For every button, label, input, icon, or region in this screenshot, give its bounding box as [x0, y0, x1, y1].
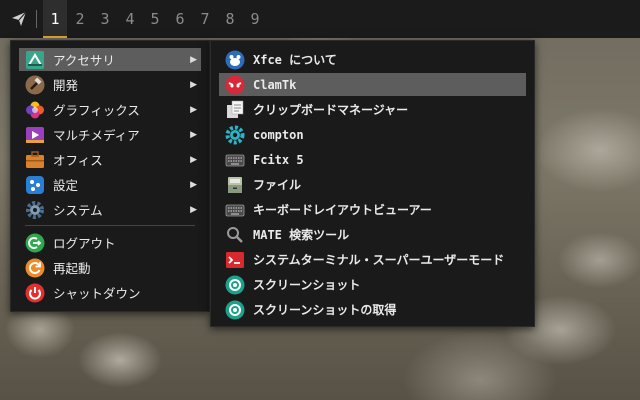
menu-item-label: compton	[253, 127, 304, 142]
menu-item-label: 設定	[53, 178, 79, 193]
menu-item-label: Xfce について	[253, 53, 337, 67]
logout-icon	[25, 233, 45, 253]
menu-item-restart[interactable]: 再起動	[19, 256, 201, 279]
submenu-arrow-icon: ▶	[190, 179, 197, 190]
xfce-mouse-icon	[225, 50, 245, 70]
menu-divider	[25, 225, 195, 226]
workspace-7[interactable]: 7	[193, 0, 217, 38]
workspace-3[interactable]: 3	[93, 0, 117, 38]
submenu-item-mate-search-tool[interactable]: MATE 検索ツール	[219, 223, 526, 246]
graphics-icon	[25, 100, 45, 120]
menu-item-office[interactable]: オフィス ▶	[19, 148, 201, 171]
menu-item-label: 開発	[53, 78, 79, 93]
keyboard-layout-icon	[225, 200, 245, 220]
menu-item-logout[interactable]: ログアウト	[19, 231, 201, 254]
submenu-item-about-xfce[interactable]: Xfce について	[219, 48, 526, 71]
office-briefcase-icon	[25, 150, 45, 170]
multimedia-icon	[25, 125, 45, 145]
compton-gear-icon	[225, 125, 245, 145]
menu-item-label: 再起動	[53, 261, 91, 276]
clamtk-icon	[225, 75, 245, 95]
submenu-item-take-screenshot[interactable]: スクリーンショットの取得	[219, 298, 526, 321]
menu-item-label: MATE 検索ツール	[253, 228, 350, 242]
app-launcher-button[interactable]	[4, 0, 34, 38]
menu-item-label: Fcitx 5	[253, 152, 304, 167]
submenu-arrow-icon: ▶	[190, 204, 197, 215]
menu-item-label: システムターミナル・スーパーユーザーモード	[253, 253, 505, 267]
submenu-item-fcitx5[interactable]: Fcitx 5	[219, 148, 526, 171]
workspace-2[interactable]: 2	[68, 0, 92, 38]
submenu-arrow-icon: ▶	[190, 129, 197, 140]
file-cabinet-icon	[225, 175, 245, 195]
workspace-8[interactable]: 8	[218, 0, 242, 38]
menu-item-development[interactable]: 開発 ▶	[19, 73, 201, 96]
menu-item-shutdown[interactable]: シャットダウン	[19, 281, 201, 304]
clipboard-icon	[225, 100, 245, 120]
top-panel: 1 2 3 4 5 6 7 8 9	[0, 0, 640, 38]
terminal-icon	[225, 250, 245, 270]
menu-item-label: オフィス	[53, 153, 103, 168]
application-menu: アクセサリ ▶ 開発 ▶ グラフィックス ▶ マルチメディア ▶ オフィス ▶ …	[10, 40, 210, 312]
paper-plane-icon	[12, 11, 27, 26]
keyboard-icon	[225, 150, 245, 170]
menu-item-system[interactable]: システム ▶	[19, 198, 201, 221]
menu-item-label: ClamTk	[253, 77, 297, 92]
submenu-arrow-icon: ▶	[190, 154, 197, 165]
search-icon	[225, 225, 245, 245]
menu-item-label: キーボードレイアウトビューアー	[253, 203, 432, 217]
submenu-item-files[interactable]: ファイル	[219, 173, 526, 196]
accessories-submenu: Xfce について ClamTk クリップボードマネージャー compton F…	[210, 40, 535, 327]
submenu-item-compton[interactable]: compton	[219, 123, 526, 146]
menu-item-label: ログアウト	[53, 236, 116, 251]
workspace-5[interactable]: 5	[143, 0, 167, 38]
submenu-arrow-icon: ▶	[190, 79, 197, 90]
restart-icon	[25, 258, 45, 278]
submenu-item-screenshot[interactable]: スクリーンショット	[219, 273, 526, 296]
menu-item-label: クリップボードマネージャー	[253, 103, 409, 117]
screenshot-capture-icon	[225, 300, 245, 320]
workspace-1[interactable]: 1	[43, 0, 67, 38]
submenu-arrow-icon: ▶	[190, 54, 197, 65]
panel-separator	[36, 10, 37, 28]
submenu-item-clamtk[interactable]: ClamTk	[219, 73, 526, 96]
hammer-icon	[25, 75, 45, 95]
accessories-icon	[25, 50, 45, 70]
menu-item-label: ファイル	[253, 178, 302, 192]
menu-item-label: アクセサリ	[53, 53, 115, 68]
submenu-arrow-icon: ▶	[190, 104, 197, 115]
menu-item-graphics[interactable]: グラフィックス ▶	[19, 98, 201, 121]
submenu-item-keyboard-layout-viewer[interactable]: キーボードレイアウトビューアー	[219, 198, 526, 221]
submenu-item-root-terminal[interactable]: システムターミナル・スーパーユーザーモード	[219, 248, 526, 271]
submenu-item-clipboard-manager[interactable]: クリップボードマネージャー	[219, 98, 526, 121]
menu-item-label: スクリーンショット	[253, 278, 361, 292]
settings-icon	[25, 175, 45, 195]
gear-icon	[25, 200, 45, 220]
screenshot-icon	[225, 275, 245, 295]
menu-item-label: シャットダウン	[53, 286, 141, 301]
workspace-6[interactable]: 6	[168, 0, 192, 38]
menu-item-label: スクリーンショットの取得	[253, 303, 397, 317]
workspace-9[interactable]: 9	[243, 0, 267, 38]
menu-item-label: グラフィックス	[53, 103, 140, 118]
menu-item-settings[interactable]: 設定 ▶	[19, 173, 201, 196]
workspace-4[interactable]: 4	[118, 0, 142, 38]
menu-item-accessories[interactable]: アクセサリ ▶	[19, 48, 201, 71]
menu-item-label: マルチメディア	[53, 128, 140, 143]
menu-item-multimedia[interactable]: マルチメディア ▶	[19, 123, 201, 146]
power-icon	[25, 283, 45, 303]
menu-item-label: システム	[53, 203, 103, 218]
